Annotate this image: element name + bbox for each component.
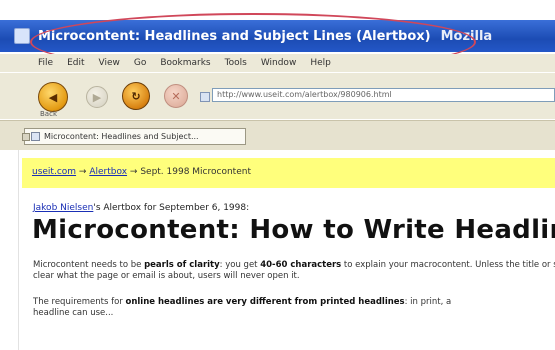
paragraph: Microcontent needs to be pearls of clari… — [33, 260, 555, 282]
menu-bar: File Edit View Go Bookmarks Tools Window… — [0, 54, 555, 72]
tab-bar: Microcontent: Headlines and Subject... — [0, 120, 555, 151]
author-link[interactable]: Jakob Nielsen — [33, 203, 93, 213]
paragraph-text: clear what the page or email is about, u… — [33, 271, 300, 281]
back-label: Back — [40, 110, 57, 118]
paragraph-text: The requirements for — [33, 297, 126, 307]
forward-arrow-icon: ▶ — [92, 90, 102, 104]
page-proxy-icon — [200, 92, 210, 102]
tab-label: Microcontent: Headlines and Subject... — [44, 132, 199, 141]
menu-view[interactable]: View — [99, 58, 120, 68]
paragraph-emphasis: 40-60 characters — [260, 260, 342, 270]
stop-button[interactable]: ✕ — [164, 84, 188, 108]
breadcrumb-current: Sept. 1998 Microcontent — [140, 167, 251, 177]
paragraph-text: headline can use... — [33, 308, 114, 318]
paragraph-text: : in print, a — [404, 297, 452, 307]
window-app-name: Mozilla — [440, 28, 493, 44]
menu-tools[interactable]: Tools — [225, 58, 247, 68]
menu-file[interactable]: File — [38, 58, 53, 68]
app-icon — [14, 28, 30, 44]
menu-window[interactable]: Window — [261, 58, 297, 68]
sidebar-frame — [0, 150, 19, 350]
breadcrumb-separator: → — [129, 167, 141, 177]
tab-microcontent[interactable]: Microcontent: Headlines and Subject... — [24, 128, 246, 145]
reload-button[interactable]: ↻ — [122, 82, 150, 110]
page-icon — [31, 132, 40, 141]
page-title: Microcontent: How to Write Headlines — [32, 215, 555, 245]
back-arrow-icon: ◀ — [48, 90, 58, 104]
paragraph-text: : you get — [219, 260, 261, 270]
menu-go[interactable]: Go — [134, 58, 146, 68]
forward-button[interactable]: ▶ — [86, 86, 108, 108]
page-content: useit.com → Alertbox → Sept. 1998 Microc… — [0, 150, 555, 350]
paragraph-emphasis: pearls of clarity — [144, 260, 220, 270]
menu-edit[interactable]: Edit — [67, 58, 84, 68]
back-button[interactable]: ◀ — [38, 82, 68, 112]
title-bar: Microcontent: Headlines and Subject Line… — [0, 20, 555, 52]
window-title: Microcontent: Headlines and Subject Line… — [38, 28, 431, 44]
byline: Jakob Nielsen's Alertbox for September 6… — [33, 203, 249, 213]
paragraph-text: to explain your macrocontent. Unless the… — [343, 260, 555, 270]
breadcrumb: useit.com → Alertbox → Sept. 1998 Microc… — [32, 167, 251, 177]
stop-icon: ✕ — [171, 89, 181, 103]
breadcrumb-alertbox-link[interactable]: Alertbox — [89, 167, 127, 177]
paragraph: The requirements for online headlines ar… — [33, 297, 555, 319]
breadcrumb-home-link[interactable]: useit.com — [32, 167, 76, 177]
breadcrumb-bar: useit.com → Alertbox → Sept. 1998 Microc… — [22, 158, 555, 188]
browser-window: Microcontent: Headlines and Subject Line… — [0, 0, 555, 350]
menu-bookmarks[interactable]: Bookmarks — [160, 58, 210, 68]
byline-text: 's Alertbox for September 6, 1998: — [93, 203, 250, 213]
url-bar[interactable]: http://www.useit.com/alertbox/980906.htm… — [212, 88, 555, 102]
reload-icon: ↻ — [131, 89, 141, 103]
paragraph-emphasis: online headlines are very different from… — [125, 297, 405, 307]
breadcrumb-separator: → — [78, 167, 90, 177]
menu-help[interactable]: Help — [310, 58, 331, 68]
paragraph-text: Microcontent needs to be — [33, 260, 145, 270]
close-tab-icon[interactable] — [22, 133, 30, 141]
